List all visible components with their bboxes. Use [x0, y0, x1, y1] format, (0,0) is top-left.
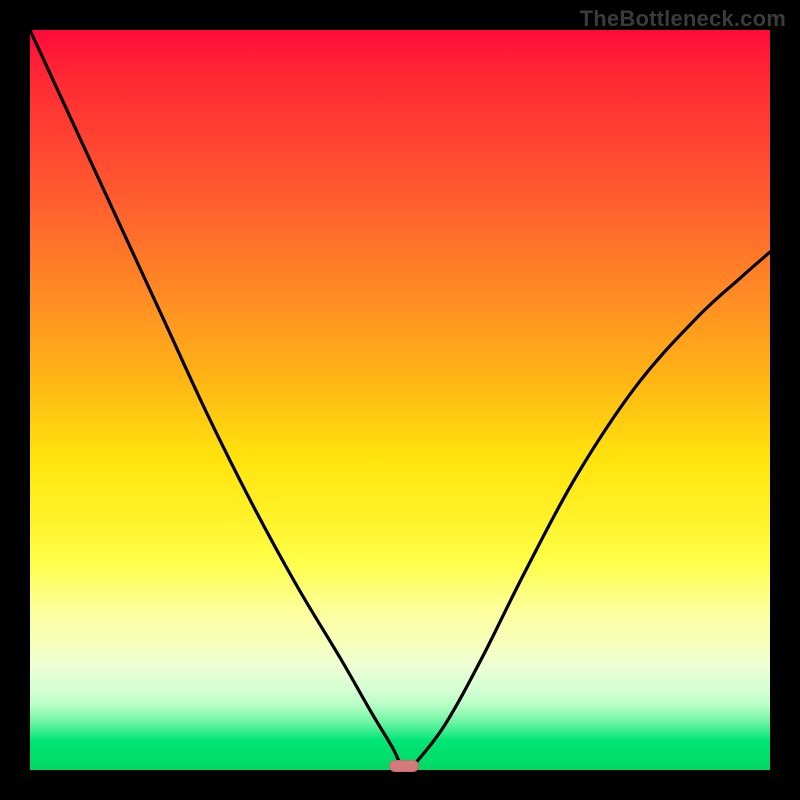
- curve-left-branch: [30, 30, 400, 764]
- chart-stage: TheBottleneck.com: [0, 0, 800, 800]
- curve-right-branch: [415, 252, 770, 764]
- plot-area: [30, 30, 770, 770]
- watermark-text: TheBottleneck.com: [580, 6, 786, 32]
- minimum-marker: [389, 760, 419, 772]
- bottleneck-curve: [30, 30, 770, 770]
